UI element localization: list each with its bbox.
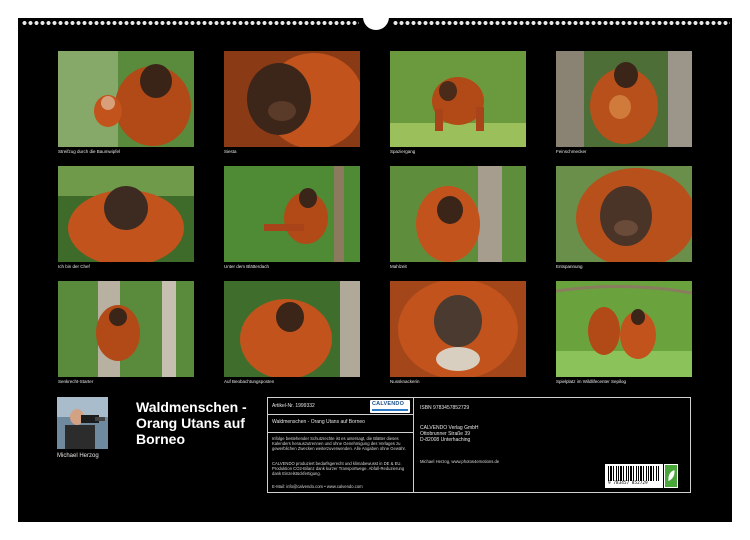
orangutan-photo (390, 166, 526, 262)
photo-caption: Auf Beobachtungsposten (224, 379, 275, 384)
subtitle-row: Waldmenschen - Orang Utans auf Borneo (268, 415, 414, 433)
isbn-barcode: 9 783457 852729 (605, 464, 663, 488)
author-photo (57, 397, 108, 449)
photo-thumbnail (390, 51, 526, 147)
calvendo-logo-text: CALVENDO (372, 401, 405, 407)
binding-holes-left (22, 20, 359, 26)
orangutan-photo (224, 166, 360, 262)
hanger-hook (363, 8, 389, 30)
spiral-binding (22, 8, 730, 30)
author-name: Michael Herzog (57, 453, 99, 459)
calendar-subtitle: Waldmenschen - Orang Utans auf Borneo (272, 419, 365, 425)
photo-thumbnail (390, 166, 526, 262)
author-credit: Michael Herzog, www.photos4emotions.de (420, 459, 500, 464)
photo-caption: Feinschmecker (556, 149, 587, 154)
photo-thumbnail (58, 166, 194, 262)
photo-caption: Spielplatz im Wildlifecenter Sepilog (556, 379, 627, 384)
orangutan-photo (58, 281, 194, 377)
orangutan-photo (556, 281, 692, 377)
eco-leaf-icon (664, 464, 678, 488)
photo-thumbnail (224, 281, 360, 377)
photo-caption: Ich bin der Chef (58, 264, 90, 269)
contact-email: E-Mail: info@calvendo.com • www.calvendo… (272, 484, 363, 489)
photo-thumbnail (58, 51, 194, 147)
photo-caption: Siesta (224, 149, 237, 154)
legal-notice: Infolge bestehender Schutzrechte ist es … (272, 436, 406, 451)
photo-caption: Spaziergang (390, 149, 416, 154)
binding-holes-right (393, 20, 730, 26)
photo-caption: Unter dem Blätterdach (224, 264, 270, 269)
leaf-icon (668, 470, 675, 482)
photo-thumbnail (224, 166, 360, 262)
photo-caption: Mahlzeit (390, 264, 407, 269)
photo-thumbnail (58, 281, 194, 377)
orangutan-photo (224, 51, 360, 147)
article-number: Artikel-Nr. 1999332 (272, 403, 315, 409)
orangutan-photo (556, 166, 692, 262)
isbn: ISBN 9783457852729 (420, 405, 470, 411)
photo-caption: Entspannung (556, 264, 583, 269)
photo-caption: Streifzug durch die Baumwipfel (58, 149, 121, 154)
photographer-image (57, 397, 108, 449)
barcode-number: 9 783457 852729 (608, 481, 648, 486)
article-row: Artikel-Nr. 1999332 CALVENDO (268, 398, 414, 415)
orangutan-photo (556, 51, 692, 147)
orangutan-photo (58, 51, 194, 147)
photo-thumbnail (556, 51, 692, 147)
orangutan-photo (58, 166, 194, 262)
photo-caption: Senkrecht-Starter (58, 379, 94, 384)
photo-thumbnail (556, 281, 692, 377)
photo-thumbnail (556, 166, 692, 262)
calvendo-logo-bar (372, 409, 408, 411)
barcode-bars (608, 466, 660, 481)
publisher-city: D-82008 Unterhaching (420, 437, 471, 443)
photo-caption: Nussknackerin (390, 379, 420, 384)
calendar-title: Waldmenschen - Orang Utans auf Borneo (136, 399, 247, 447)
calvendo-logo: CALVENDO (370, 400, 410, 413)
photo-thumbnail (224, 51, 360, 147)
orangutan-photo (224, 281, 360, 377)
info-column-left: Artikel-Nr. 1999332 CALVENDO Waldmensche… (268, 398, 414, 492)
orangutan-photo (390, 281, 526, 377)
orangutan-photo (390, 51, 526, 147)
production-notice: CALVENDO produziert bedarfsgerecht und k… (272, 461, 405, 476)
photo-thumbnail (390, 281, 526, 377)
